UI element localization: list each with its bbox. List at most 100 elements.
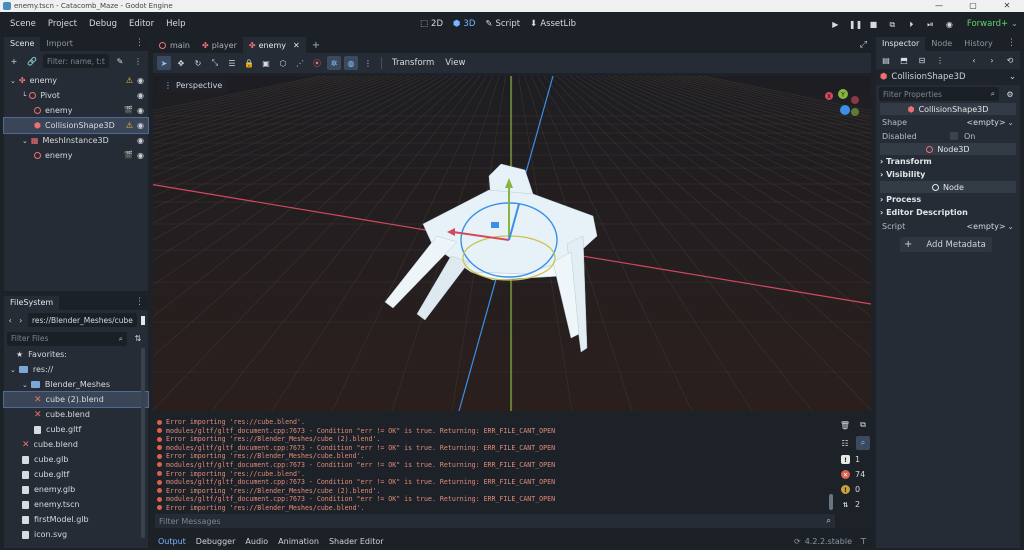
scene-filter-input[interactable]: Filter: name, t:t [43,54,109,68]
maximize-button[interactable]: ▢ [956,0,990,12]
menu-project[interactable]: Project [42,19,83,29]
scene-node-row[interactable]: └ Pivot ◉ [4,88,148,103]
tab-history[interactable]: History [958,37,998,51]
select-tool-icon[interactable]: ➤ [157,56,171,70]
scene-node-row[interactable]: ⬢ CollisionShape3D ⚠ ◉ [3,117,149,134]
tab-filesystem[interactable]: FileSystem [4,296,60,310]
scene-node-row[interactable]: ⌄ ▦ MeshInstance3D ◉ [4,133,148,148]
split-view-icon[interactable] [140,315,146,325]
clear-output-icon[interactable]: 🗑 [838,418,852,432]
menu-scene[interactable]: Scene [4,19,42,29]
resource-menu-icon[interactable]: ⋮ [933,53,947,67]
object-selector[interactable]: ⬢ CollisionShape3D ⌄ [876,69,1020,85]
visibility-eye-icon[interactable]: ◉ [137,76,144,85]
snap-icon[interactable]: ◍ [344,56,358,70]
log-scrollbar[interactable] [829,494,833,510]
new-resource-icon[interactable]: ▤ [879,53,893,67]
menu-debug[interactable]: Debug [83,19,123,29]
distraction-free-icon[interactable]: ⤢ [860,40,867,50]
local-space-icon[interactable]: ✲ [327,56,341,70]
scene-tab-main[interactable]: main [153,37,196,53]
renderer-select[interactable]: Forward+ ⌄ [967,19,1018,29]
tab-script[interactable]: ✎ Script [485,19,520,29]
view-menu[interactable]: View [441,58,469,68]
disabled-checkbox[interactable] [950,132,958,140]
fs-kebab-icon[interactable]: ⋮ [135,297,144,307]
perspective-menu[interactable]: ⋮ Perspective [159,79,228,92]
back-icon[interactable]: ‹ [7,313,13,327]
expand-arrow-icon[interactable]: └ [22,92,26,100]
add-node-icon[interactable]: + [7,54,21,68]
property-disabled[interactable]: Disabled On [876,129,1020,143]
fs-filter-input[interactable]: Filter Files ⌕ [7,331,127,346]
fs-item[interactable]: ⌄ Blender_Meshes [4,377,148,392]
fs-item[interactable]: enemy.tscn [4,497,148,512]
property-shape[interactable]: Shape <empty> ⌄ [876,115,1020,129]
fs-item[interactable]: firstModel.glb [4,512,148,527]
scene-node-row[interactable]: ⌄ ✤ enemy ⚠ ◉ [4,73,148,88]
tab-node[interactable]: Node [925,37,958,51]
bone-icon[interactable]: ⦿ [310,56,324,70]
minimize-button[interactable]: — [922,0,956,12]
pause-icon[interactable]: ❚❚ [849,19,862,30]
fs-scrollbar[interactable] [141,348,145,538]
output-log[interactable]: Error importing 'res://cube.blend'. modul… [153,414,833,512]
expand-arrow-icon[interactable]: ⌄ [22,381,28,389]
scene-tab-player[interactable]: ✤ player [196,37,243,53]
link-icon[interactable]: 🔗 [25,54,39,68]
filter-messages-input[interactable]: Filter Messages [159,517,221,526]
fs-item[interactable]: ✕ cube.blend [4,407,148,422]
tab-debugger[interactable]: Debugger [191,537,241,546]
toolbar-kebab-icon[interactable]: ⋮ [361,56,375,70]
fs-item[interactable]: icon.svg [4,527,148,542]
fs-item[interactable]: ✕ cube (2).blend [3,391,149,408]
scale-tool-icon[interactable]: ⤡ [208,56,222,70]
warnings-counter[interactable]: ! 0 [837,482,871,497]
inspector-settings-icon[interactable]: ⚙ [1003,87,1017,101]
fs-item[interactable]: enemy.glb [4,482,148,497]
3d-viewport[interactable]: Y X ⋮ Perspective [153,76,871,411]
attach-script-icon[interactable]: ✎ [113,54,127,68]
expand-arrow-icon[interactable]: ⌄ [10,366,16,374]
tab-animation[interactable]: Animation [273,537,324,546]
group-visibility[interactable]: › Visibility [876,168,1020,181]
play-custom-icon[interactable]: ⏯ [925,19,936,30]
visibility-eye-icon[interactable]: ◉ [137,121,144,130]
errors-counter[interactable]: ✕ 74 [837,467,871,482]
group-editor-description[interactable]: › Editor Description [876,206,1020,219]
expand-arrow-icon[interactable]: ⌄ [22,137,28,145]
pin-panel-icon[interactable]: ⊤ [860,537,867,546]
viewport-canvas[interactable]: Y X [153,76,871,411]
load-resource-icon[interactable]: ⬒ [897,53,911,67]
skeleton-icon[interactable]: ⬡ [276,56,290,70]
ruler-icon[interactable]: ⋰ [293,56,307,70]
fs-item[interactable]: cube.glb [4,452,148,467]
history-forward-icon[interactable]: › [985,53,999,67]
tab-output[interactable]: Output [153,537,191,546]
list-tool-icon[interactable]: ☰ [225,56,239,70]
stop-icon[interactable]: ■ [868,19,879,30]
close-window-button[interactable]: ✕ [990,0,1024,12]
menu-help[interactable]: Help [160,19,191,29]
fs-path-input[interactable]: res://Blender_Meshes/cube [27,313,137,327]
add-scene-tab-button[interactable]: + [306,37,326,53]
filter-properties-input[interactable]: Filter Properties ⌕ [879,87,999,101]
expand-arrow-icon[interactable]: ⌄ [10,77,16,85]
open-scene-icon[interactable]: 🎬 [124,151,133,160]
visibility-eye-icon[interactable]: ◉ [137,136,144,145]
history-back-icon[interactable]: ‹ [967,53,981,67]
play-icon[interactable]: ▶ [830,19,841,30]
group-process[interactable]: › Process [876,193,1020,206]
move-tool-icon[interactable]: ✥ [174,56,188,70]
collapse-icon[interactable]: ☷ [838,436,852,450]
tab-import[interactable]: Import [40,37,79,51]
copy-output-icon[interactable]: ⧉ [856,418,870,432]
inspector-kebab-icon[interactable]: ⋮ [1007,38,1016,48]
tab-scene[interactable]: Scene [4,37,41,51]
tab-assetlib[interactable]: ⬇ AssetLib [530,19,576,29]
favorites-row[interactable]: ★ Favorites: [4,347,148,362]
fs-item[interactable]: cube.gltf [4,422,148,437]
tab-shader-editor[interactable]: Shader Editor [324,537,389,546]
fs-item[interactable]: cube.gltf [4,467,148,482]
movie-icon[interactable]: ◉ [944,19,955,30]
